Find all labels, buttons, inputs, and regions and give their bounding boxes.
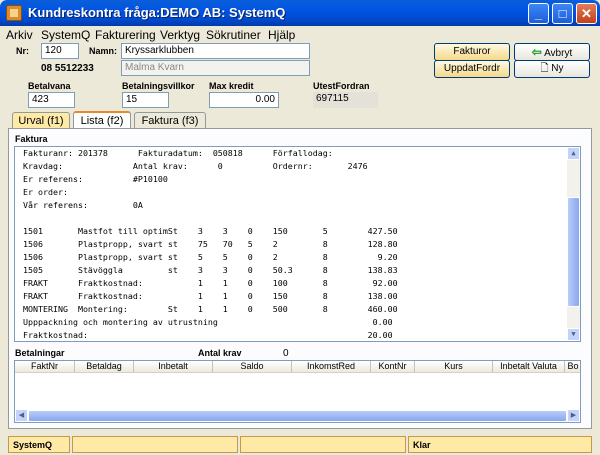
scroll-down-icon[interactable]: ▼ [567,328,580,341]
menu-verktyg[interactable]: Verktyg [160,28,200,42]
new-document-icon: 🗋 [540,63,549,74]
title-bar: Kundreskontra fråga:DEMO AB: SystemQ _ □… [0,0,600,26]
faktura-line: 1505 Stävöggla st 3 3 0 50.3 8 138.83 [23,265,398,275]
faktura-line: Er referens: #P10100 [23,174,168,184]
uppdatfordr-button[interactable]: UppdatFordr [434,60,510,78]
ny-button[interactable]: 🗋 Ny [514,60,590,78]
faktura-line: Upppackning och montering av utrustning … [23,317,393,327]
ny-label: Ny [551,63,564,74]
betalvana-label: Betalvana [28,81,71,91]
column-header[interactable]: FaktNr [15,361,75,373]
scroll-thumb[interactable] [567,197,580,307]
phone-value: 08 5512233 [41,63,94,74]
faktura-line: Vår referens: 0A [23,200,143,210]
faktura-line: Fraktkostnad: 20.00 [23,330,393,340]
maximize-button[interactable]: □ [552,3,573,24]
scroll-up-icon[interactable]: ▲ [567,147,580,160]
column-header[interactable]: Inbetalt Valuta [493,361,565,373]
faktura-line: FRAKT Fraktkostnad: 1 1 0 150 8 138.00 [23,291,398,301]
menu-fakturering[interactable]: Fakturering [95,28,156,42]
nr-field[interactable]: 120 [41,43,79,59]
faktura-line: 1506 Plastpropp, svart st 75 70 5 2 8 12… [23,239,398,249]
scroll-right-icon[interactable]: ▶ [567,409,580,422]
faktura-text[interactable]: Fakturanr: 201378 Fakturadatum: 050818 F… [14,146,581,342]
namn-field[interactable]: Kryssarklubben [121,43,310,59]
window-title: Kundreskontra fråga:DEMO AB: SystemQ [28,5,286,20]
scroll-left-icon[interactable]: ◀ [15,409,28,422]
namn2-field: Malma Kvarn [121,60,310,76]
faktura-line: MONTERING Montering: St 1 1 0 500 8 460.… [23,304,398,314]
faktura-line: Kravdag: Antal krav: 0 Ordernr: 2476 [23,161,368,171]
column-header[interactable]: Betaldag [75,361,134,373]
nr-label: Nr: [16,46,29,56]
column-header[interactable]: Inbetalt [134,361,213,373]
menu-arkiv[interactable]: Arkiv [6,28,33,42]
arrow-left-icon: ⇦ [531,45,542,59]
status-cell-3 [240,436,406,453]
menu-bar: Arkiv SystemQ Fakturering Verktyg Sökrut… [0,26,600,44]
faktura-line: 1501 Mastfot till optimSt 3 3 0 150 5 42… [23,226,398,236]
column-header[interactable]: Bo [565,361,580,373]
column-header[interactable]: KontNr [371,361,415,373]
status-bar: SystemQ Klar [0,433,600,455]
scroll-thumb[interactable] [28,410,567,422]
betalningar-table[interactable]: FaktNr Betaldag Inbetalt Saldo InkomstRe… [14,360,581,423]
faktura-line: Er order: [23,187,68,197]
menu-systemq[interactable]: SystemQ [41,28,90,42]
faktura-line: 1506 Plastpropp, svart st 5 5 0 2 8 9.20 [23,252,398,262]
villkor-label: Betalningsvillkor [122,81,195,91]
faktura-scrollbar[interactable]: ▲ ▼ [567,147,580,341]
tab-urval[interactable]: Urval (f1) [12,112,70,129]
villkor-field[interactable]: 15 [122,92,169,108]
kredit-label: Max kredit [209,81,254,91]
betalvana-field[interactable]: 423 [28,92,75,108]
antal-krav-value: 0 [283,348,289,359]
app-icon [6,5,22,21]
tab-lista[interactable]: Lista (f2) [73,111,131,129]
utest-field: 697115 [313,92,378,108]
column-header[interactable]: Kurs [415,361,493,373]
faktura-title: Faktura [15,134,48,144]
faktura-line: Fakturanr: 201378 Fakturadatum: 050818 F… [23,148,333,158]
column-header[interactable]: Saldo [213,361,292,373]
tab-faktura[interactable]: Faktura (f3) [134,112,206,129]
status-cell-2 [72,436,238,453]
namn-label: Namn: [89,46,118,56]
minimize-button[interactable]: _ [528,3,549,24]
table-hscrollbar[interactable]: ◀ ▶ [15,409,580,422]
status-app: SystemQ [8,436,70,453]
avbryt-button[interactable]: ⇦ Avbryt [514,43,590,61]
faktura-line: FRAKT Fraktkostnad: 1 1 0 100 8 92.00 [23,278,398,288]
status-ready: Klar [408,436,592,453]
kredit-field[interactable]: 0.00 [209,92,279,108]
utest-label: UtestFordran [313,81,370,91]
fakturor-button[interactable]: Fakturor [434,43,510,61]
menu-hjalp[interactable]: Hjälp [268,28,295,42]
menu-sokrutiner[interactable]: Sökrutiner [206,28,261,42]
avbryt-label: Avbryt [544,48,573,59]
close-button[interactable]: ✕ [576,3,597,24]
betalningar-title: Betalningar [15,348,65,358]
antal-krav-label: Antal krav [198,348,242,358]
column-header[interactable]: InkomstRed [292,361,371,373]
